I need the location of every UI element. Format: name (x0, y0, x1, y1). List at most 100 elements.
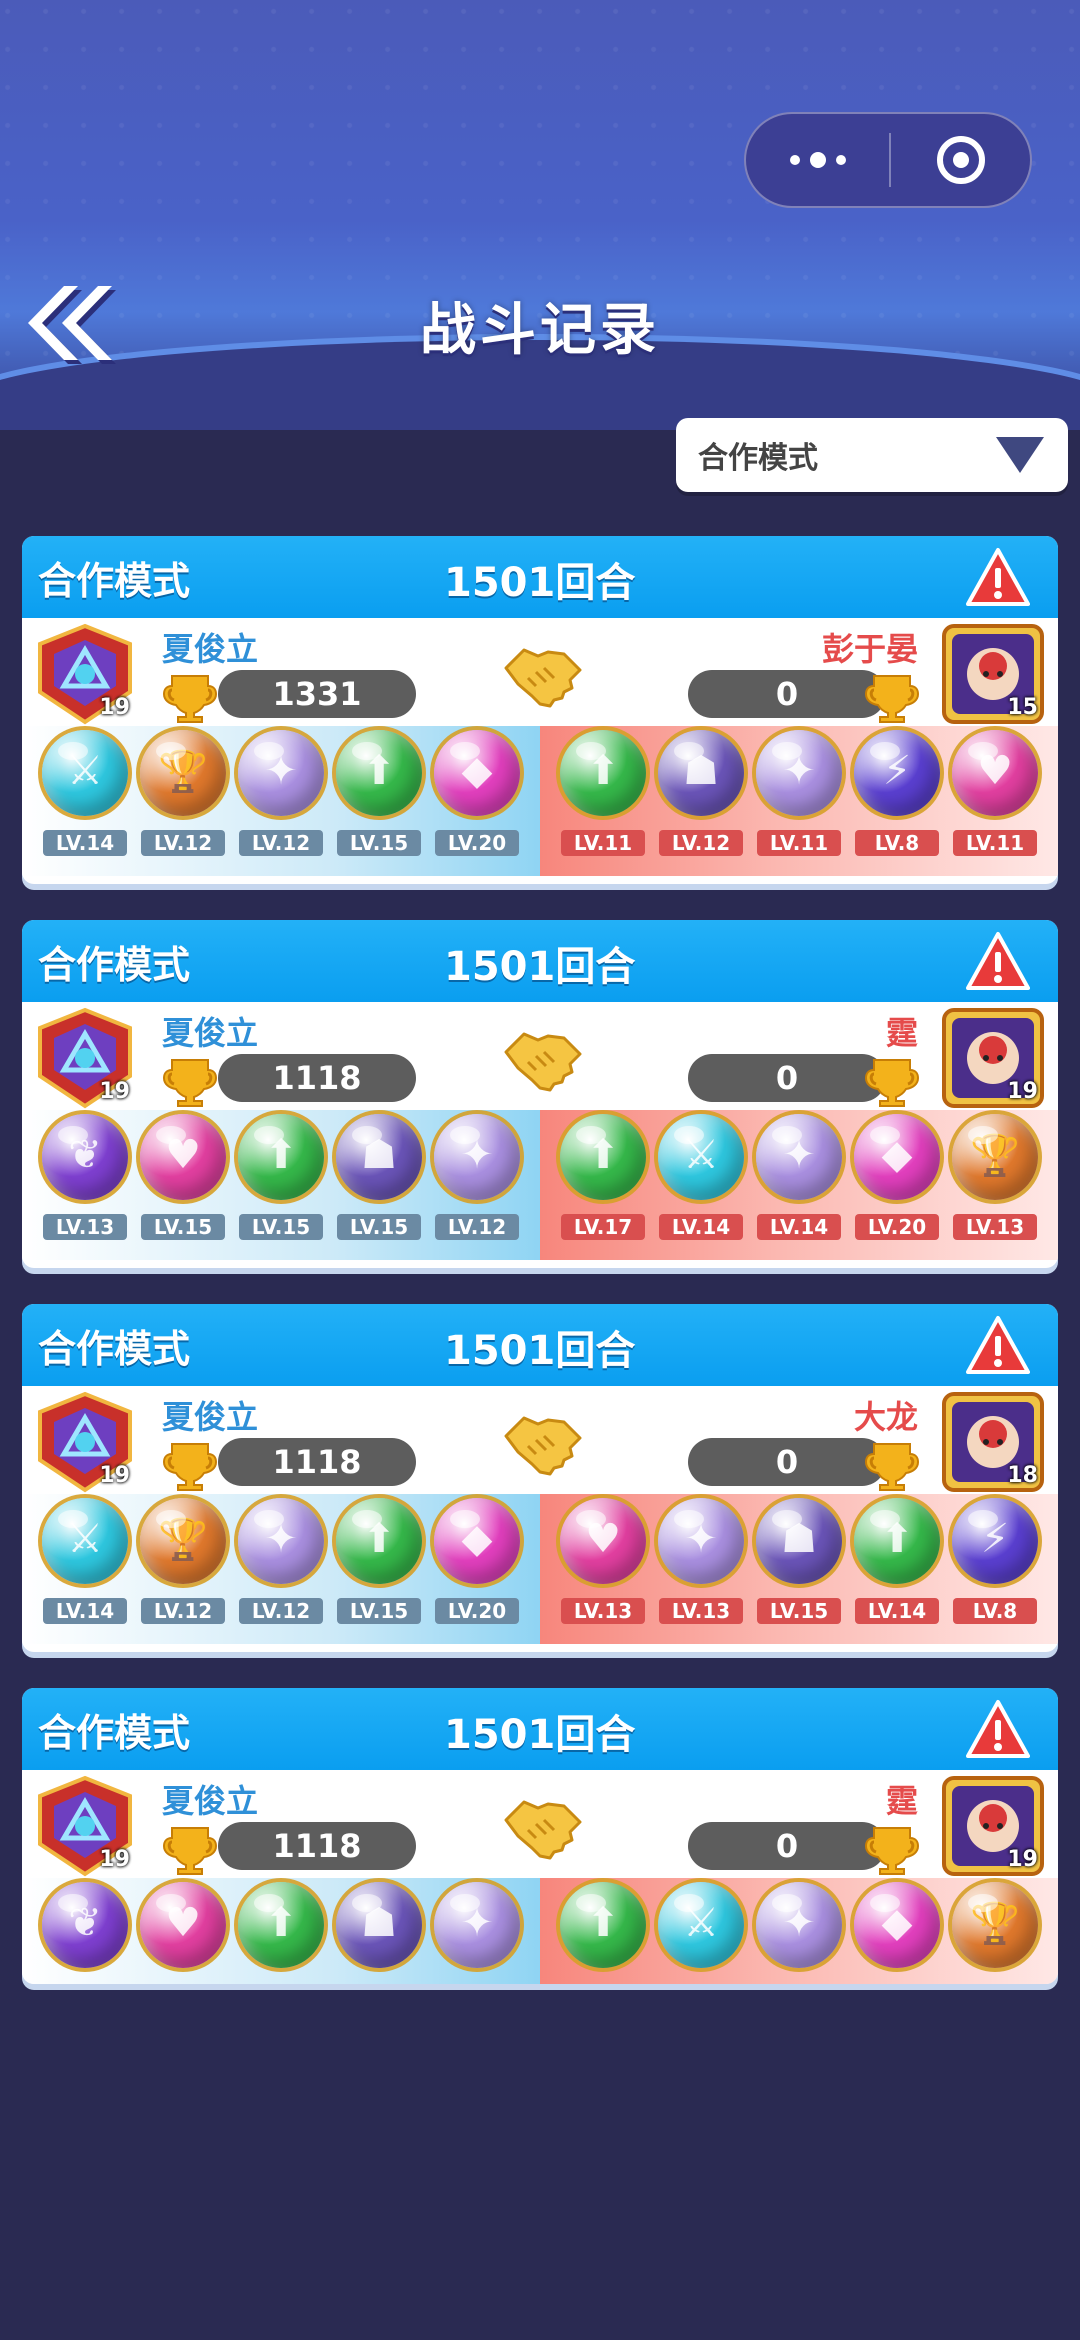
pet-level: LV.12 (659, 830, 743, 856)
pet-slot[interactable]: 🏆 LV.13 (951, 1114, 1039, 1240)
pet-slot[interactable]: ✦ LV.14 (755, 1114, 843, 1240)
record-rounds: 1501回合 (444, 944, 636, 990)
header-bar: 战斗记录 (0, 0, 1080, 430)
pet-slot[interactable]: ☗ LV.15 (335, 1114, 423, 1240)
pet-slot[interactable]: ◆ (853, 1882, 941, 1968)
pet-orb-icon: ✦ (756, 730, 842, 816)
pet-emblem-icon: ⚔ (683, 1900, 719, 1946)
pet-slot[interactable]: ◆ LV.20 (853, 1114, 941, 1240)
opponent-name: 霆 (885, 1014, 918, 1052)
pet-orb-icon: ✦ (434, 1882, 520, 1968)
player-avatar[interactable]: 19 (30, 1774, 140, 1878)
opponent-avatar[interactable]: 15 (938, 622, 1048, 726)
pet-emblem-icon: ⚔ (683, 1132, 719, 1178)
handshake-icon (500, 1402, 584, 1482)
pet-slot[interactable]: ⬆ LV.17 (559, 1114, 647, 1240)
battle-record-card[interactable]: 合作模式 1501回合 19 夏俊立 1118 0 霆 19 ❦ ♥ ⬆ ☗ ✦ ⬆ ⚔ ✦ ◆ 🏆 (22, 1688, 1058, 1984)
pet-slot[interactable]: ◆ LV.20 (433, 1498, 521, 1624)
pet-slot[interactable]: ⚔ (657, 1882, 745, 1968)
pet-slot[interactable]: 🏆 LV.12 (139, 1498, 227, 1624)
pet-orb-icon: ☗ (756, 1498, 842, 1584)
player-avatar[interactable]: 19 (30, 1006, 140, 1110)
pet-slot[interactable]: ⚔ LV.14 (657, 1114, 745, 1240)
report-warning-icon[interactable] (966, 930, 1030, 992)
pet-slot[interactable]: ⬆ LV.15 (237, 1114, 325, 1240)
pet-slot[interactable]: ⬆ (559, 1882, 647, 1968)
pet-slot[interactable]: ☗ LV.15 (755, 1498, 843, 1624)
player-name: 夏俊立 (162, 1398, 259, 1436)
mode-filter-dropdown[interactable]: 合作模式 (676, 418, 1068, 492)
player-score: 1331 (218, 670, 416, 718)
target-icon (936, 136, 985, 184)
more-options-button[interactable] (746, 114, 889, 206)
pet-slot[interactable]: ♥ LV.15 (139, 1114, 227, 1240)
pet-level: LV.20 (855, 1214, 939, 1240)
pet-orb-icon: ⚔ (658, 1114, 744, 1200)
pet-slot[interactable]: ✦ (755, 1882, 843, 1968)
pet-slot[interactable]: ❦ LV.13 (41, 1114, 129, 1240)
pet-orb-icon: ◆ (434, 730, 520, 816)
pet-slot[interactable]: ⚔ LV.14 (41, 1498, 129, 1624)
pet-orb-icon: ✦ (756, 1882, 842, 1968)
pet-level: LV.15 (337, 830, 421, 856)
pet-slot[interactable]: ☗ (335, 1882, 423, 1968)
pet-orb-icon: 🏆 (140, 730, 226, 816)
battle-record-card[interactable]: 合作模式 1501回合 19 夏俊立 1118 0 大龙 18 ⚔ LV.14 🏆 LV.12 ✦ LV.… (22, 1304, 1058, 1652)
dropdown-triangle-icon (996, 437, 1044, 473)
pet-orb-icon: ⬆ (238, 1114, 324, 1200)
pet-level: LV.13 (659, 1598, 743, 1624)
opponent-level: 15 (1007, 695, 1038, 720)
player-avatar[interactable]: 19 (30, 622, 140, 726)
opponent-avatar[interactable]: 18 (938, 1390, 1048, 1494)
player-avatar[interactable]: 19 (30, 1390, 140, 1494)
pet-slot[interactable]: ⚡ LV.8 (951, 1498, 1039, 1624)
pet-slot[interactable]: 🏆 (951, 1882, 1039, 1968)
pet-slot[interactable]: ✦ LV.13 (657, 1498, 745, 1624)
opponent-team: ♥ LV.13 ✦ LV.13 ☗ LV.15 ⬆ LV.14 ⚡ LV.8 (540, 1494, 1058, 1644)
pet-slot[interactable]: ✦ LV.11 (755, 730, 843, 856)
pet-orb-icon: ⚔ (42, 730, 128, 816)
page-title: 战斗记录 (420, 298, 660, 363)
pet-orb-icon: ◆ (434, 1498, 520, 1584)
pet-slot[interactable]: ♥ LV.13 (559, 1498, 647, 1624)
pet-slot[interactable]: ⬆ (237, 1882, 325, 1968)
record-header: 合作模式 1501回合 (22, 536, 1058, 618)
pet-level: LV.12 (239, 1598, 323, 1624)
report-warning-icon[interactable] (966, 1314, 1030, 1376)
battle-record-card[interactable]: 合作模式 1501回合 19 夏俊立 1118 0 霆 19 ❦ LV.13 ♥ LV.15 ⬆ LV.1… (22, 920, 1058, 1268)
pet-slot[interactable]: ♥ (139, 1882, 227, 1968)
handshake-icon (500, 1786, 584, 1866)
pet-slot[interactable]: ⬆ LV.11 (559, 730, 647, 856)
pet-slot[interactable]: ⚡ LV.8 (853, 730, 941, 856)
pet-emblem-icon: ✦ (684, 1516, 718, 1562)
pet-slot[interactable]: ♥ LV.11 (951, 730, 1039, 856)
pet-slot[interactable]: ⬆ LV.15 (335, 730, 423, 856)
pet-level: LV.15 (239, 1214, 323, 1240)
pet-emblem-icon: ⚡ (980, 1516, 1010, 1562)
pet-slot[interactable]: ◆ LV.20 (433, 730, 521, 856)
pet-slot[interactable]: ✦ LV.12 (433, 1114, 521, 1240)
pet-slot[interactable]: ☗ LV.12 (657, 730, 745, 856)
pet-slot[interactable]: ❦ (41, 1882, 129, 1968)
pet-slot[interactable]: ✦ LV.12 (237, 1498, 325, 1624)
pet-emblem-icon: ⬆ (880, 1516, 914, 1562)
pet-slot[interactable]: ⬆ LV.14 (853, 1498, 941, 1624)
opponent-avatar[interactable]: 19 (938, 1006, 1048, 1110)
pet-slot[interactable]: ⬆ LV.15 (335, 1498, 423, 1624)
report-warning-icon[interactable] (966, 1698, 1030, 1760)
pet-orb-icon: ⬆ (854, 1498, 940, 1584)
pet-slot[interactable]: ✦ (433, 1882, 521, 1968)
report-warning-icon[interactable] (966, 546, 1030, 608)
battle-record-card[interactable]: 合作模式 1501回合 19 夏俊立 1331 0 彭于晏 15 ⚔ LV.14 🏆 LV.12 ✦ LV… (22, 536, 1058, 884)
pet-emblem-icon: ✦ (264, 1516, 298, 1562)
player-level: 19 (99, 1079, 130, 1104)
pet-level: LV.11 (953, 830, 1037, 856)
record-header: 合作模式 1501回合 (22, 1688, 1058, 1770)
pet-orb-icon: ⬆ (336, 730, 422, 816)
close-program-button[interactable] (891, 136, 1030, 184)
pet-slot[interactable]: 🏆 LV.12 (139, 730, 227, 856)
pet-slot[interactable]: ⚔ LV.14 (41, 730, 129, 856)
pet-emblem-icon: ♥ (585, 1516, 621, 1562)
pet-slot[interactable]: ✦ LV.12 (237, 730, 325, 856)
opponent-avatar[interactable]: 19 (938, 1774, 1048, 1878)
